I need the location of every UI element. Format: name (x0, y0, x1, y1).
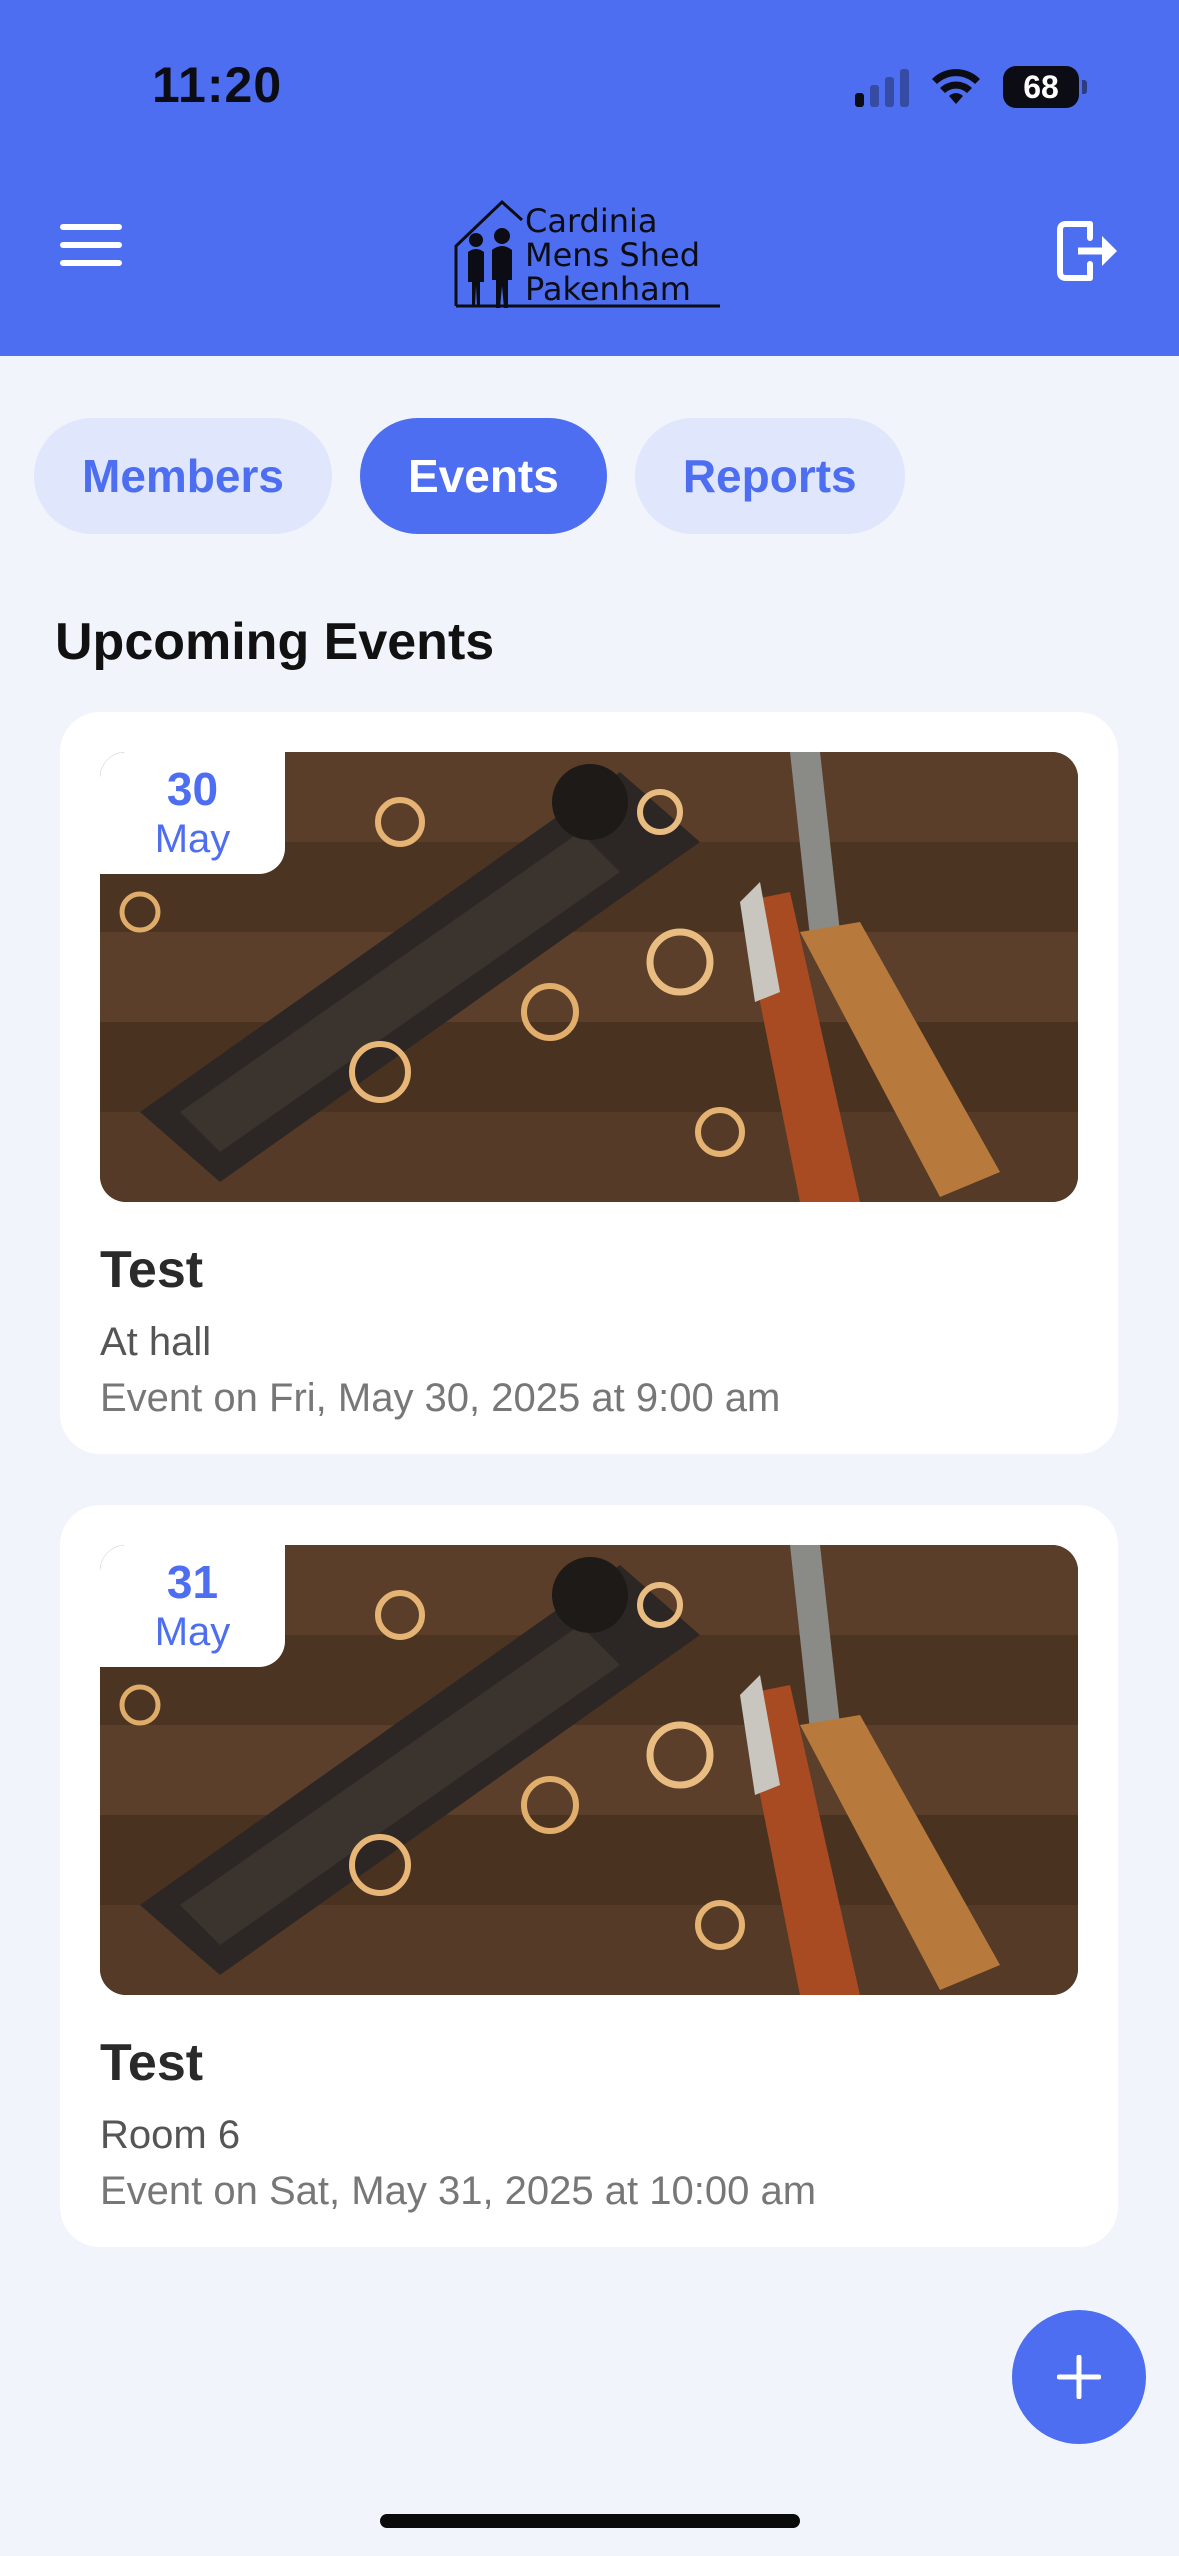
logo-line-1: Cardinia (525, 202, 658, 240)
status-icons: 68 (855, 62, 1087, 112)
date-month: May (154, 1610, 231, 1654)
status-time: 11:20 (152, 57, 283, 113)
event-title: Test (100, 1241, 204, 1299)
logout-icon[interactable] (1054, 218, 1120, 284)
event-datetime: Event on Fri, May 30, 2025 at 9:00 am (100, 1376, 781, 1420)
plus-icon (1057, 2355, 1101, 2399)
logo-line-2: Mens Shed (525, 236, 700, 274)
app-header: 11:20 68 Cardinia Mens Shed Pakenham (0, 0, 1179, 356)
date-badge: 30 May (100, 752, 285, 874)
event-card[interactable]: 31 May Test Room 6 Event on Sat, May 31,… (60, 1505, 1118, 2247)
tab-bar: Members Events Reports (34, 418, 905, 534)
date-badge: 31 May (100, 1545, 285, 1667)
logo-line-3: Pakenham (525, 270, 691, 308)
wifi-icon (932, 69, 980, 104)
tab-members[interactable]: Members (34, 418, 332, 534)
cardinia-mens-shed-logo: Cardinia Mens Shed Pakenham (450, 196, 722, 318)
add-event-button[interactable] (1012, 2310, 1146, 2444)
tab-events[interactable]: Events (359, 418, 607, 534)
tab-reports[interactable]: Reports (634, 418, 905, 534)
hamburger-menu-icon[interactable] (60, 224, 122, 272)
battery-icon: 68 (1003, 66, 1087, 108)
event-location: At hall (100, 1320, 212, 1364)
date-day: 31 (166, 1556, 219, 1608)
cellular-signal-icon (855, 67, 909, 107)
event-card[interactable]: 30 May Test At hall Event on Fri, May 30… (60, 712, 1118, 1454)
event-title: Test (100, 2034, 204, 2092)
date-month: May (154, 817, 231, 861)
home-indicator (380, 2514, 800, 2528)
date-day: 30 (166, 763, 219, 815)
event-datetime: Event on Sat, May 31, 2025 at 10:00 am (100, 2169, 817, 2213)
event-location: Room 6 (100, 2113, 241, 2157)
section-title: Upcoming Events (55, 613, 495, 671)
